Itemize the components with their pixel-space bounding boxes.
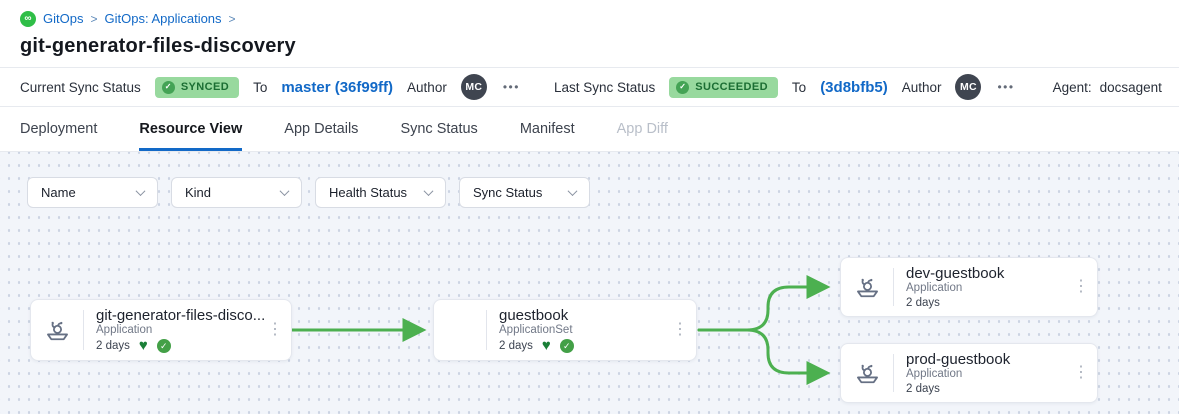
argo-application-icon [44,317,71,344]
node-kind: Application [96,324,267,336]
node-title: git-generator-files-disco... [96,307,267,323]
current-sync-group: Current Sync Status ✓ SYNCED To master (… [20,74,522,100]
node-body: prod-guestbook Application 2 days [894,344,1097,402]
graph-node-guestbook[interactable]: guestbook ApplicationSet 2 days ♥ ✓ ⋮ [433,299,697,361]
filter-bar: Name Kind Health Status Sync Status [27,177,590,208]
filter-kind-dropdown[interactable]: Kind [171,177,302,208]
node-kind: ApplicationSet [499,324,672,336]
breadcrumb-link-gitops[interactable]: GitOps [43,11,83,26]
node-icon-column [841,354,894,392]
last-sync-label: Last Sync Status [554,80,655,95]
tab-deployment[interactable]: Deployment [20,107,97,151]
last-author-avatar[interactable]: MC [955,74,981,100]
breadcrumb-link-applications[interactable]: GitOps: Applications [104,11,221,26]
node-kind: Application [906,282,1073,294]
chevron-down-icon [136,186,146,196]
current-sync-label: Current Sync Status [20,80,141,95]
check-circle-icon: ✓ [676,81,689,94]
health-heart-icon: ♥ [139,340,148,352]
resource-graph-canvas[interactable]: Name Kind Health Status Sync Status [0,152,1179,414]
tab-app-details[interactable]: App Details [284,107,358,151]
node-kebab-menu-icon[interactable]: ⋮ [1073,279,1089,295]
node-icon-column [434,310,487,350]
node-title: prod-guestbook [906,351,1073,367]
agent-label: Agent: [1053,80,1092,95]
graph-node-prod-guestbook[interactable]: prod-guestbook Application 2 days ⋮ [840,343,1098,403]
argo-application-icon [854,360,881,387]
tab-bar: Deployment Resource View App Details Syn… [0,107,1179,152]
breadcrumb-separator: > [229,12,236,26]
node-meta: 2 days ♥ ✓ [96,339,267,353]
node-meta: 2 days [906,383,1073,395]
current-author-avatar[interactable]: MC [461,74,487,100]
health-heart-icon: ♥ [542,340,551,352]
graph-node-dev-guestbook[interactable]: dev-guestbook Application 2 days ⋮ [840,257,1098,317]
chevron-down-icon [424,186,434,196]
argo-application-icon [854,274,881,301]
check-circle-icon: ✓ [162,81,175,94]
node-meta: 2 days ♥ ✓ [499,339,672,353]
current-more-menu-icon[interactable]: ••• [501,80,522,94]
agent-group: Agent: docsagent [1053,80,1162,95]
node-kebab-menu-icon[interactable]: ⋮ [672,322,688,338]
filter-health-status-label: Health Status [329,185,407,200]
tab-sync-status[interactable]: Sync Status [400,107,477,151]
node-body: git-generator-files-disco... Application… [84,300,291,360]
breadcrumb-separator: > [90,12,97,26]
filter-kind-label: Kind [185,185,211,200]
filter-health-status-dropdown[interactable]: Health Status [315,177,446,208]
gitops-logo-icon: ∞ [20,11,36,27]
last-more-menu-icon[interactable]: ••• [995,80,1016,94]
filter-sync-status-label: Sync Status [473,185,542,200]
succeeded-badge: ✓ SUCCEEDED [669,77,778,98]
chevron-down-icon [568,186,578,196]
last-to-label: To [792,80,806,95]
node-title: dev-guestbook [906,265,1073,281]
page-title: git-generator-files-discovery [20,35,1159,58]
tab-app-diff: App Diff [617,107,668,151]
filter-sync-status-dropdown[interactable]: Sync Status [459,177,590,208]
tab-resource-view[interactable]: Resource View [139,107,242,151]
current-to-label: To [253,80,267,95]
node-icon-column [841,268,894,306]
synced-check-icon: ✓ [157,339,171,353]
node-age: 2 days [499,340,533,352]
node-kebab-menu-icon[interactable]: ⋮ [1073,365,1089,381]
graph-node-git-generator-files-discovery[interactable]: git-generator-files-disco... Application… [30,299,292,361]
synced-check-icon: ✓ [560,339,574,353]
last-revision-link[interactable]: (3d8bfb5) [820,79,888,96]
filter-name-dropdown[interactable]: Name [27,177,158,208]
node-meta: 2 days [906,297,1073,309]
node-body: dev-guestbook Application 2 days [894,258,1097,316]
filter-name-label: Name [41,185,76,200]
last-author-label: Author [902,80,942,95]
page-header: ∞ GitOps > GitOps: Applications > git-ge… [0,0,1179,67]
agent-value: docsagent [1100,80,1162,95]
succeeded-badge-label: SUCCEEDED [695,81,768,93]
current-author-label: Author [407,80,447,95]
node-icon-column [31,310,84,350]
node-age: 2 days [906,297,940,309]
tab-manifest[interactable]: Manifest [520,107,575,151]
node-age: 2 days [906,383,940,395]
node-title: guestbook [499,307,672,323]
node-age: 2 days [96,340,130,352]
breadcrumb: ∞ GitOps > GitOps: Applications > [20,10,1159,27]
sync-status-bar: Current Sync Status ✓ SYNCED To master (… [0,67,1179,107]
current-revision-link[interactable]: master (36f99ff) [281,79,393,96]
node-kebab-menu-icon[interactable]: ⋮ [267,322,283,338]
node-body: guestbook ApplicationSet 2 days ♥ ✓ [487,300,696,360]
synced-badge: ✓ SYNCED [155,77,239,98]
chevron-down-icon [280,186,290,196]
synced-badge-label: SYNCED [181,81,229,93]
node-kind: Application [906,368,1073,380]
last-sync-group: Last Sync Status ✓ SUCCEEDED To (3d8bfb5… [554,74,1017,100]
